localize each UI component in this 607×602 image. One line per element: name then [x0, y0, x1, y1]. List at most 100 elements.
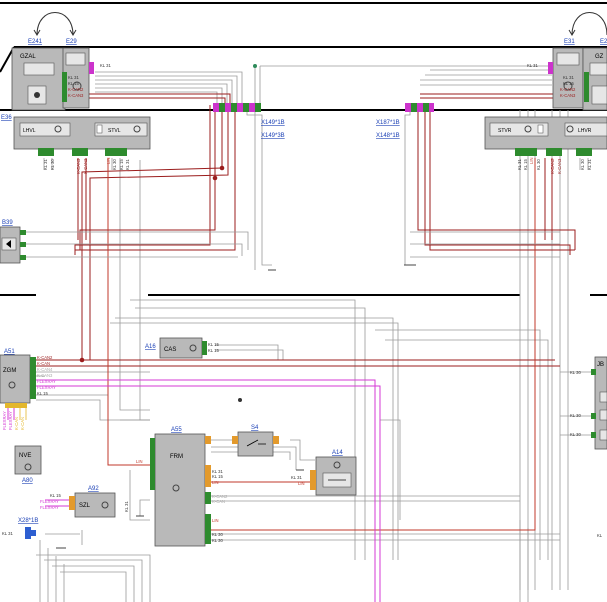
e31b-ref: E2	[600, 39, 607, 45]
pin-szl-kl15: KL 15	[50, 493, 61, 498]
pin-jb-kl-partial: KL	[597, 533, 603, 538]
e29-ref: E29	[66, 39, 77, 45]
x149-pin-5	[237, 103, 243, 112]
stvl-panel	[94, 122, 148, 137]
gzar-component[interactable]: E31 E2 GZ KL 31 KL 31 KL 15 K-CAN2 K-CAN…	[527, 39, 607, 111]
e31-ref: E31	[564, 39, 575, 45]
pin-a14-lin: LIN	[298, 481, 305, 486]
right-can-connector	[546, 148, 562, 156]
pin-frm-kl31-gnd: KL 31	[124, 501, 129, 512]
a14-component[interactable]: A14 KL 31 LIN	[291, 450, 357, 496]
pin-kcan2-gzar: K-CAN2	[560, 87, 576, 92]
e36-can-connector	[72, 148, 88, 156]
pin-zgm-kcan4: K-CAN4	[37, 367, 53, 372]
cas-component[interactable]: A16 CAS KL 15 KL 15	[145, 337, 219, 359]
x187-pin-3	[417, 103, 423, 112]
pin-kl15-gzal: KL 15	[68, 81, 79, 86]
cas-name: CAS	[164, 347, 176, 353]
zgm-name: ZGM	[3, 368, 16, 374]
gzar-motor-symbol	[591, 85, 607, 105]
szl-name: SZL	[79, 503, 91, 509]
wake-arrow-left	[33, 12, 77, 36]
pin-e36-kcan2: K-CAN2	[83, 158, 88, 174]
pin-frm-kl30-1: KL 30	[212, 532, 223, 537]
a92-ref: A92	[88, 486, 99, 492]
e36-module-left[interactable]: E36 LHVL STVL	[1, 115, 151, 156]
pin-nve-flexray-2: FLEXRAY	[8, 411, 13, 430]
pin-r-kcan2: K-CAN2	[550, 158, 555, 174]
jb-fuse-2	[599, 409, 607, 421]
cas-connector	[202, 341, 207, 355]
pin-zgm-kcan3: K-CAN3	[37, 373, 53, 378]
pin-a14-kl31: KL 31	[291, 475, 302, 480]
x28-pin-2	[31, 530, 36, 536]
b39-pin-3	[20, 255, 26, 260]
zgm-connector	[30, 357, 36, 399]
pin-e36-kcan3: K-CAN3	[76, 158, 81, 174]
a16-ref: A16	[145, 344, 156, 350]
pin-frm-kl15: KL 15	[212, 474, 223, 479]
pin-kcan3-gzar: K-CAN3	[560, 93, 576, 98]
szl-connector	[69, 496, 75, 510]
lhvl-connector	[38, 148, 54, 156]
pin-e36-kl31: KL 31	[43, 159, 48, 170]
pin-r-kcan3: K-CAN3	[557, 158, 562, 174]
jb-pin-3	[591, 432, 596, 438]
x187-pin-2	[411, 103, 417, 112]
connector-x149[interactable]: X149*1B X149*3B	[213, 103, 285, 139]
frm-power-connector	[205, 514, 211, 544]
s4-component[interactable]: S4	[232, 425, 279, 457]
jb-pin-1	[591, 369, 596, 375]
x187-pin-5	[429, 103, 434, 112]
b39-pin-2	[20, 242, 26, 247]
pin-nve-kcan-1: K-CAN	[14, 417, 19, 430]
pin-kl31-gzar: KL 31	[563, 75, 574, 80]
pin-jb-kl30-3: KL 30	[570, 432, 581, 437]
pin-e36-kl30b: KL 30	[112, 159, 117, 170]
frm-name: FRM	[170, 454, 183, 460]
a51-ref: A51	[4, 349, 15, 355]
pin-r-kl31b: KL 31	[587, 159, 592, 170]
pin-nve-kcan-2: K-CAN	[20, 417, 25, 430]
pin-e36-kl15: KL 15	[119, 159, 124, 170]
a14-ref: A14	[332, 450, 343, 456]
zgm-component[interactable]: A51 ZGM K-CAN2 K-CAN K-CAN4 K-CAN3 FLEXR…	[0, 349, 56, 408]
pin-kcan3-gzal: K-CAN3	[68, 93, 84, 98]
x149-pin-6	[243, 103, 249, 112]
pin-zgm-flexray-2: FLEXRAY	[37, 385, 56, 390]
pin-frm-lin: LIN	[212, 518, 219, 523]
e36-ref: E36	[1, 115, 12, 121]
pin-r-kl31: KL 31	[517, 159, 522, 170]
pin-frm-lin-a14: LIN	[212, 480, 219, 485]
stvr-connector	[515, 148, 537, 156]
frm-box	[154, 433, 206, 547]
s4-left-connector	[232, 436, 238, 444]
x149-pin-1	[213, 103, 219, 112]
pin-nve-flexray-1: FLEXRAY	[2, 411, 7, 430]
pin-kl31-e29: KL 31	[100, 63, 111, 68]
connector-x28[interactable]: X28*1B KL 31	[2, 518, 38, 539]
e29-kl31-connector	[89, 62, 94, 74]
pin-jb-kl30-1: KL 30	[570, 370, 581, 375]
stvl-connector	[105, 148, 127, 156]
x149-pin-4	[231, 103, 237, 112]
pin-szl-flexray-1: FLEXRAY	[40, 499, 59, 504]
b39-component[interactable]: B39	[0, 220, 26, 264]
gzal-component[interactable]: E241 E29 GZAL KL 31 KL 31 KL 15 K-CAN2 K…	[11, 39, 111, 111]
lhvr-connector	[576, 148, 592, 156]
pin-frm-kl30-2: KL 30	[212, 538, 223, 543]
stvl-name: STVL	[108, 128, 121, 134]
stvr-switch-icon	[537, 124, 544, 134]
e36-pin-labels: KL 31 KL 30 K-CAN3 K-CAN2 LIN KL 30 KL 1…	[43, 157, 130, 174]
s4-box	[237, 431, 274, 457]
szl-component[interactable]: A92 SZL KL 15 FLEXRAY FLEXRAY	[40, 486, 116, 518]
gzar-lock-symbol	[589, 62, 607, 76]
pin-cas-kl15-1: KL 15	[208, 342, 219, 347]
e29-switch-symbol	[65, 52, 86, 66]
frm-s4-connector	[205, 436, 211, 444]
frm-component[interactable]: A55 FRM KL 31 KL 15 LIN K-CAN2 K-CAN LIN…	[124, 427, 228, 547]
jb-fuse-1	[599, 391, 607, 403]
jb-component[interactable]: JB KL 30 KL 30 KL 30 KL	[570, 356, 607, 538]
x149-pin-2	[219, 103, 225, 112]
e-module-right[interactable]: STVR LHVR	[484, 116, 607, 156]
